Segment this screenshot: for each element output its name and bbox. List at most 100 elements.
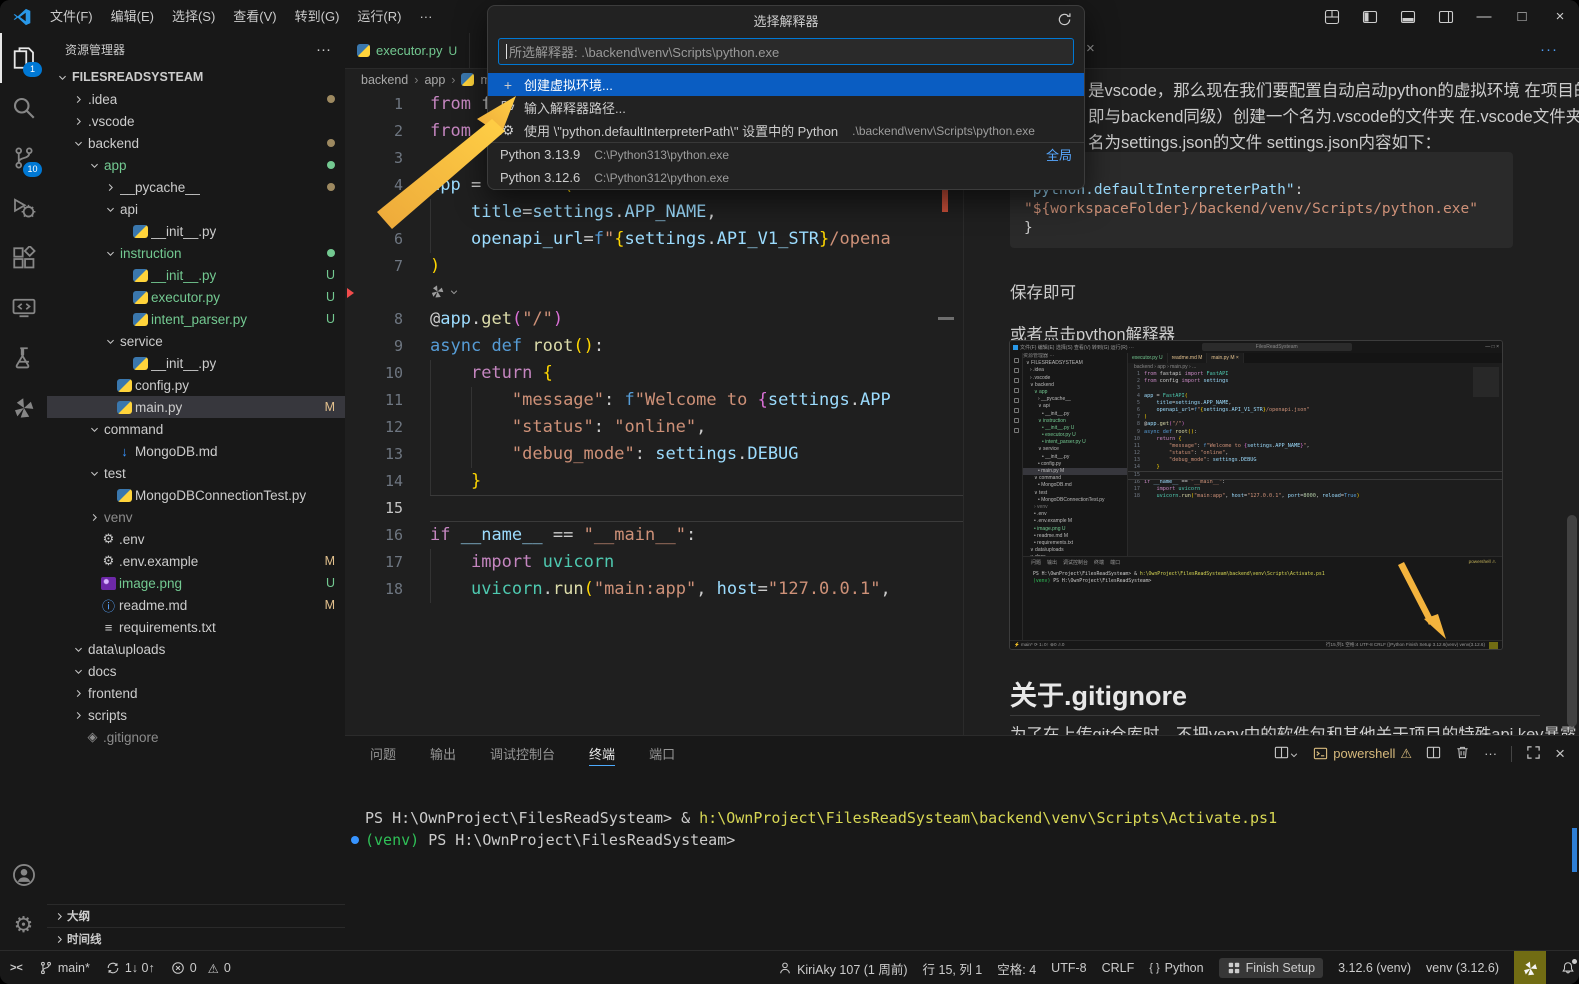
tree-item[interactable]: .vscode (47, 110, 345, 132)
code-line[interactable]: 15 (345, 495, 963, 522)
tree-item[interactable]: __init__.pyU (47, 264, 345, 286)
code-line[interactable]: 14 } (345, 468, 963, 495)
tree-item[interactable]: main.pyM (47, 396, 345, 418)
activity-item-remote-explorer[interactable] (0, 283, 47, 333)
tree-item[interactable]: ◈.gitignore (47, 726, 345, 748)
more-actions-icon[interactable]: ··· (1484, 746, 1497, 761)
sidebar-section-时间线[interactable]: 时间线 (47, 927, 345, 950)
split-icon[interactable] (1426, 745, 1441, 763)
status-git-sync[interactable]: 1↓ 0↑ (106, 961, 155, 975)
tree-item[interactable]: backend (47, 132, 345, 154)
menu-item[interactable]: 查看(V) (224, 0, 285, 33)
status-cursor-position[interactable]: 行 15, 列 1 (923, 959, 983, 978)
customize-layout-icon[interactable] (1313, 0, 1351, 33)
tree-item[interactable]: __init__.py (47, 352, 345, 374)
minimize-icon[interactable]: — (1465, 0, 1503, 33)
code-line[interactable]: 18 uvicorn.run("main:app", host="127.0.0… (345, 576, 963, 603)
terminal-instance-powershell[interactable]: powershell⚠ (1313, 746, 1412, 762)
tree-item[interactable]: __init__.py (47, 220, 345, 242)
more-actions-icon[interactable]: ··· (1540, 41, 1558, 58)
panel-tab-端口[interactable]: 端口 (649, 744, 675, 763)
tree-item[interactable]: venv (47, 506, 345, 528)
tree-item[interactable]: api (47, 198, 345, 220)
code-line[interactable]: 17 import uvicorn (345, 549, 963, 576)
quickpick-item[interactable]: +创建虚拟环境... (488, 73, 1084, 96)
status-python-interpreter[interactable]: 3.12.6 (venv) (1338, 961, 1411, 975)
activity-item-accounts[interactable] (0, 850, 47, 900)
extension-lens-icon[interactable] (430, 284, 459, 299)
activity-item-search[interactable] (0, 83, 47, 133)
status-python-env[interactable]: venv (3.12.6) (1426, 961, 1499, 975)
tree-item[interactable]: ⚙.env (47, 528, 345, 550)
tree-item[interactable]: scripts (47, 704, 345, 726)
activity-item-testing[interactable] (0, 333, 47, 383)
menu-item[interactable]: ··· (410, 0, 441, 33)
tree-item[interactable]: FILESREADSYSTEAM (47, 66, 345, 88)
activity-item-run-debug[interactable] (0, 183, 47, 233)
code-line[interactable]: 8@app.get("/") (345, 306, 963, 333)
tree-item[interactable]: ⚙.env.exampleM (47, 550, 345, 572)
maximize-icon[interactable]: □ (1503, 0, 1541, 33)
menu-item[interactable]: 选择(S) (163, 0, 224, 33)
toggle-sidebar-icon[interactable] (1351, 0, 1389, 33)
more-actions-icon[interactable]: ··· (316, 41, 331, 58)
toggle-panel-icon[interactable] (1389, 0, 1427, 33)
tree-item[interactable]: ↓MongoDB.md (47, 440, 345, 462)
code-line[interactable]: 5 title=settings.APP_NAME, (345, 199, 963, 226)
code-line[interactable]: 10 return { (345, 360, 963, 387)
expand-icon[interactable] (1526, 745, 1541, 763)
tree-item[interactable]: ≡requirements.txt (47, 616, 345, 638)
command-decoration-dot[interactable] (351, 836, 359, 844)
breadcrumb-item[interactable]: backend (361, 73, 408, 87)
panel-tab-问题[interactable]: 问题 (370, 744, 396, 763)
tree-item[interactable]: app (47, 154, 345, 176)
sidebar-section-大纲[interactable]: 大纲 (47, 904, 345, 927)
tree-item[interactable]: docs (47, 660, 345, 682)
status-problems[interactable]: 0⚠0 (171, 961, 231, 976)
code-line[interactable]: 12 "status": "online", (345, 414, 963, 441)
menu-item[interactable]: 转到(G) (286, 0, 349, 33)
status-remote-indicator[interactable]: >< (10, 962, 23, 974)
status-indentation[interactable]: 空格: 4 (997, 959, 1036, 978)
tree-item[interactable]: .idea (47, 88, 345, 110)
tree-item[interactable]: executor.pyU (47, 286, 345, 308)
activity-item-explorer[interactable]: 1 (0, 33, 47, 83)
tree-item[interactable]: test (47, 462, 345, 484)
activity-item-settings[interactable]: ⚙ (0, 900, 47, 950)
status-eol[interactable]: CRLF (1102, 961, 1135, 975)
quickpick-item[interactable]: Python 3.13.9C:\Python313\python.exe全局 (488, 143, 1084, 166)
close-icon[interactable]: × (1086, 40, 1095, 57)
trash-icon[interactable] (1455, 745, 1470, 763)
panel-tab-输出[interactable]: 输出 (430, 744, 456, 763)
quickpick-item[interactable]: 输入解释器路径... (488, 96, 1084, 119)
code-line[interactable]: 6 openapi_url=f"{settings.API_V1_STR}/op… (345, 226, 963, 253)
status-git-branch[interactable]: main* (39, 961, 90, 975)
tree-item[interactable]: frontend (47, 682, 345, 704)
activity-item-extensions[interactable] (0, 233, 47, 283)
code-line[interactable]: 9async def root(): (345, 333, 963, 360)
panel-tab-调试控制台[interactable]: 调试控制台 (490, 744, 555, 763)
status-blame[interactable]: KiriAky 107 (1 周前) (778, 959, 907, 978)
code-line[interactable]: 16if __name__ == "__main__": (345, 522, 963, 549)
breadcrumb-item[interactable]: app (424, 73, 445, 87)
scrollbar[interactable] (1567, 515, 1577, 727)
status-language-mode[interactable]: { }Python (1149, 961, 1203, 975)
terminal-scrollbar[interactable] (1572, 828, 1577, 872)
refresh-icon[interactable] (1057, 12, 1072, 30)
quickpick-item[interactable]: Python 3.12.6C:\Python312\python.exe (488, 166, 1084, 189)
quickpick-input[interactable]: 所选解释器: .\backend\venv\Scripts\python.exe (498, 38, 1074, 65)
editor-tab[interactable]: executor.pyU (345, 33, 470, 68)
code-line[interactable]: 13 "debug_mode": settings.DEBUG (345, 441, 963, 468)
activity-item-source-control[interactable]: 10 (0, 133, 47, 183)
menu-item[interactable]: 文件(F) (41, 0, 102, 33)
quickpick-item-action[interactable]: 全局 (1046, 145, 1072, 164)
tree-item[interactable]: ⓘreadme.mdM (47, 594, 345, 616)
tree-item[interactable]: service (47, 330, 345, 352)
panel-tab-终端[interactable]: 终端 (589, 744, 615, 766)
menu-item[interactable]: 编辑(E) (102, 0, 163, 33)
status-notifications[interactable] (1561, 961, 1575, 975)
tree-item[interactable]: command (47, 418, 345, 440)
code-line[interactable]: 11 "message": f"Welcome to {settings.APP… (345, 387, 963, 414)
toggle-secondary-sidebar-icon[interactable] (1427, 0, 1465, 33)
status-encoding[interactable]: UTF-8 (1051, 961, 1086, 975)
